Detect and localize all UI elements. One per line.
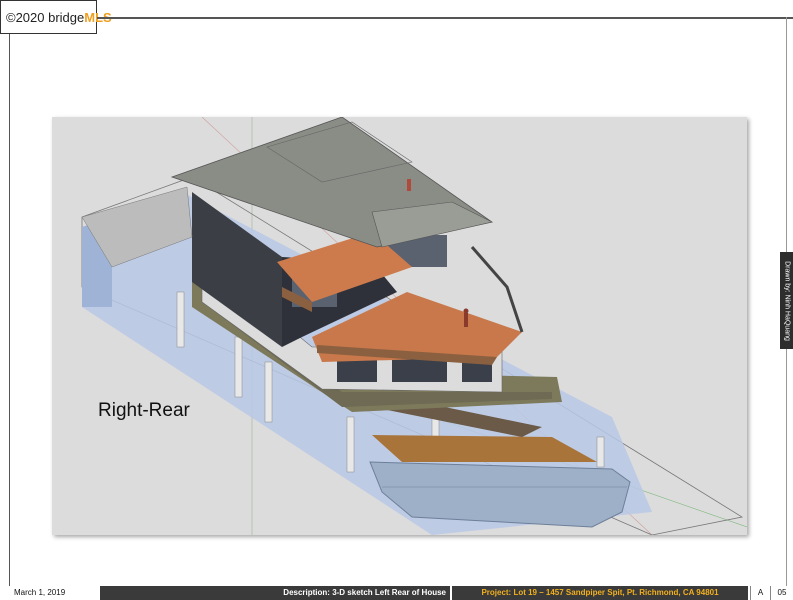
drawn-by-label: Drawn by: Ninh HaQuang [783,260,790,341]
drawn-by-tab: Drawn by: Ninh HaQuang [780,252,793,349]
title-block-description: Description: 3-D sketch Left Rear of Hou… [100,586,450,600]
sheet-left-rule [9,34,10,586]
person-figure [464,313,468,327]
bridgemls-watermark: ©2020 bridgeMLS [0,0,112,34]
person-figure-head [463,308,469,314]
person-figure [407,179,411,191]
title-block-date: March 1, 2019 [14,588,66,597]
sheet-top-rule [97,17,793,19]
house-sketch-drawing [81,117,747,535]
watermark-copyright: ©2020 bridge [6,9,85,25]
title-block-sheet-number: 05 [770,586,793,600]
house-3d-sketch: Right-Rear [52,117,747,535]
pile [596,436,605,468]
pile [234,336,243,398]
title-block-revision: A [750,586,770,600]
title-block: March 1, 2019 Description: 3-D sketch Le… [0,586,793,600]
pile [264,361,273,423]
pile [346,416,355,473]
pile [176,291,185,348]
view-label: Right-Rear [98,400,190,421]
title-block-project: Project: Lot 19 – 1457 Sandpiper Spit, P… [452,586,748,600]
